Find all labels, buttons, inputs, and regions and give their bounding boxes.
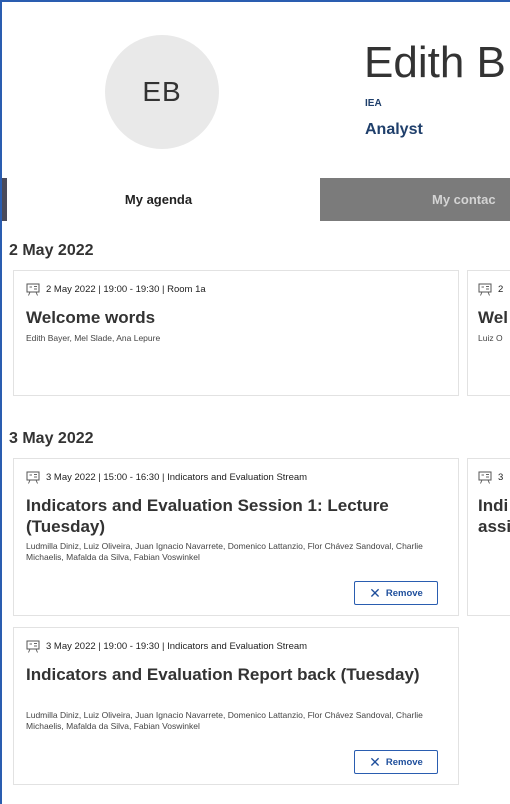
session-meta: 2 May 2022 | 19:00 - 19:30 | Room 1a: [26, 283, 206, 296]
remove-button[interactable]: ✕ Remove: [354, 581, 438, 605]
presentation-board-icon: [26, 471, 40, 484]
session-speakers: Edith Bayer, Mel Slade, Ana Lepure: [26, 333, 161, 343]
remove-button-label: Remove: [385, 756, 423, 768]
tab-my-agenda[interactable]: My agenda: [2, 178, 320, 221]
session-meta: 3: [478, 471, 503, 484]
profile-name: Edith B: [364, 38, 506, 87]
tab-bar: My agenda My contac: [2, 178, 510, 221]
session-meta-text: 3 May 2022 | 15:00 - 16:30 | Indicators …: [46, 472, 308, 483]
profile-organisation: IEA: [365, 98, 382, 109]
session-meta-text: 3 May 2022 | 19:00 - 19:30 | Indicators …: [46, 641, 308, 652]
presentation-board-icon: [26, 283, 40, 296]
presentation-board-icon: [478, 283, 492, 296]
session-card[interactable]: 3 May 2022 | 15:00 - 16:30 | Indicators …: [13, 458, 459, 616]
session-meta-text: 2 May 2022 | 19:00 - 19:30 | Room 1a: [46, 284, 206, 295]
session-card[interactable]: 2 May 2022 | 19:00 - 19:30 | Room 1a Wel…: [13, 270, 459, 396]
app-frame: EB Edith B IEA Analyst My agenda My cont…: [0, 0, 510, 804]
session-title[interactable]: Indicators and Evaluation Session 1: Lec…: [26, 495, 444, 537]
session-meta: 2: [478, 283, 503, 296]
close-icon: ✕: [369, 585, 381, 601]
tab-my-contacts[interactable]: My contac: [320, 178, 510, 221]
session-title[interactable]: Wel: [478, 307, 508, 328]
session-card[interactable]: 2 Wel Luiz O: [467, 270, 510, 396]
session-title[interactable]: Welcome words: [26, 307, 444, 328]
session-meta: 3 May 2022 | 19:00 - 19:30 | Indicators …: [26, 640, 307, 653]
session-meta-text: 3: [498, 472, 504, 483]
session-speakers: Ludmilla Diniz, Luiz Oliveira, Juan Igna…: [26, 710, 423, 731]
session-meta: 3 May 2022 | 15:00 - 16:30 | Indicators …: [26, 471, 307, 484]
close-icon: ✕: [369, 754, 381, 770]
avatar-initials: EB: [142, 76, 182, 107]
day-heading: 2 May 2022: [9, 242, 94, 259]
remove-button[interactable]: ✕ Remove: [354, 750, 438, 774]
session-meta-text: 2: [498, 284, 504, 295]
presentation-board-icon: [478, 471, 492, 484]
day-heading: 3 May 2022: [9, 430, 94, 447]
session-card[interactable]: 3 May 2022 | 19:00 - 19:30 | Indicators …: [13, 627, 459, 785]
profile-role: Analyst: [365, 121, 423, 138]
remove-button-label: Remove: [385, 587, 423, 599]
session-title[interactable]: Indi assi: [478, 495, 510, 537]
session-speakers: Luiz O: [478, 333, 503, 343]
session-speakers: Ludmilla Diniz, Luiz Oliveira, Juan Igna…: [26, 541, 423, 562]
avatar: EB: [105, 35, 219, 149]
session-title[interactable]: Indicators and Evaluation Report back (T…: [26, 664, 444, 685]
presentation-board-icon: [26, 640, 40, 653]
session-card[interactable]: 3 Indi assi: [467, 458, 510, 616]
